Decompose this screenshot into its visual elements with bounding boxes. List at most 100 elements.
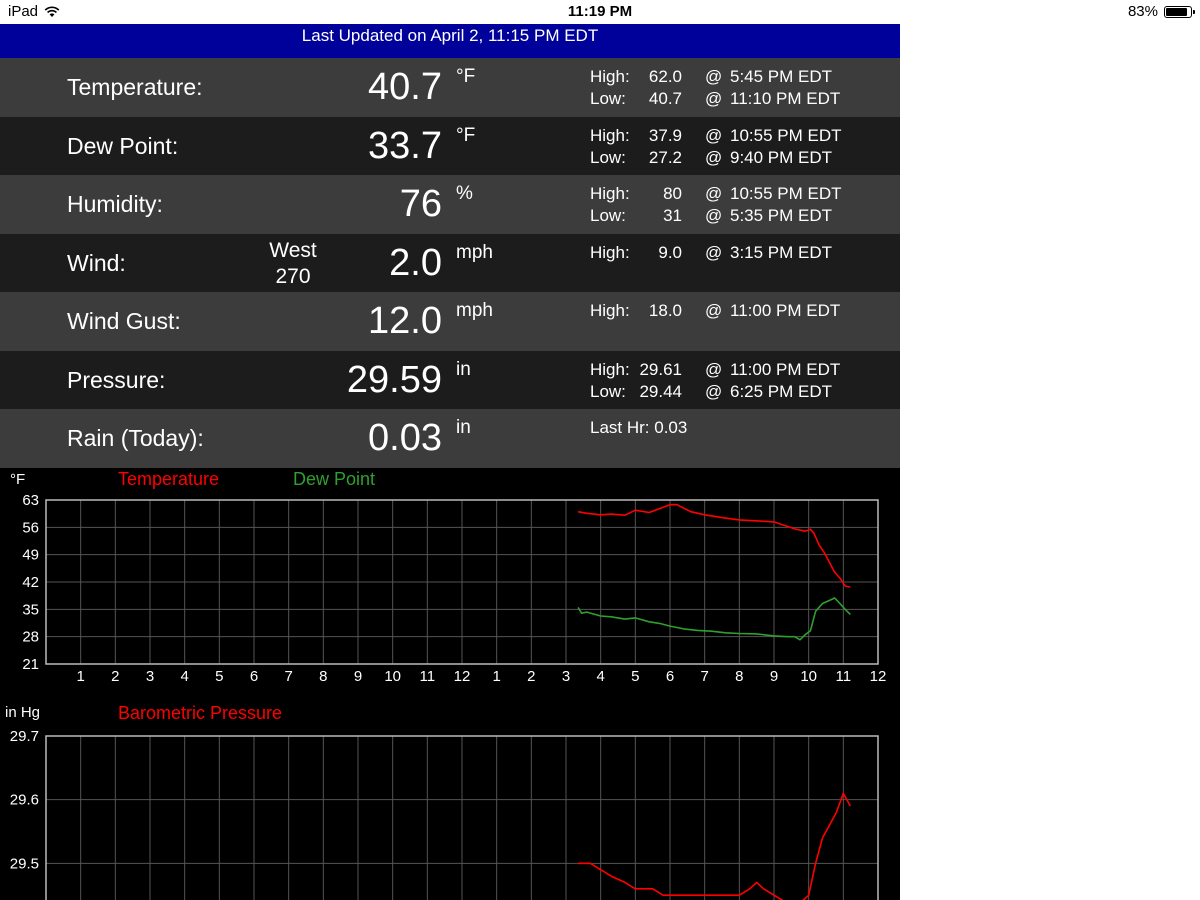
stat-at: @	[705, 359, 723, 379]
dew-point-stats: High: 37.9 @ 10:55 PM EDT Low: 27.2 @ 9:…	[590, 125, 890, 169]
pressure-chart-ylabel: in Hg	[5, 704, 40, 721]
stat-at: @	[705, 147, 723, 167]
x-tick-label: 9	[354, 668, 362, 685]
x-tick-label: 10	[384, 668, 401, 685]
y-tick-label: 56	[22, 519, 39, 536]
x-tick-label: 3	[562, 668, 570, 685]
stat-at: @	[705, 242, 723, 262]
rain-unit: in	[456, 417, 471, 438]
stat-value: 80	[663, 184, 682, 203]
stat-high: High: 18.0 @ 11:00 PM EDT	[590, 300, 890, 322]
stat-time: 11:10 PM EDT	[730, 89, 841, 108]
stat-time: 6:25 PM EDT	[730, 381, 833, 401]
stat-time: 5:45 PM EDT	[730, 67, 833, 86]
x-tick-label: 11	[836, 668, 852, 685]
stat-label: Low:	[590, 206, 626, 225]
stat-label: High:	[590, 184, 630, 203]
stat-low: Low: 31 @ 5:35 PM EDT	[590, 205, 890, 227]
wind-direction-name: West	[269, 238, 317, 262]
status-bar: iPad 11:19 PM 83%	[0, 0, 1200, 24]
x-tick-label: 3	[146, 668, 154, 685]
stat-high: High: 62.0 @ 5:45 PM EDT	[590, 66, 890, 88]
x-tick-label: 7	[284, 668, 292, 685]
pressure-label: Pressure:	[67, 366, 166, 393]
x-tick-label: 9	[770, 668, 778, 685]
legend-barometric-pressure: Barometric Pressure	[118, 703, 282, 723]
stat-high: High: 29.61 @ 11:00 PM EDT	[590, 359, 890, 381]
stat-time: 5:35 PM EDT	[730, 206, 833, 225]
stat-at: @	[705, 381, 723, 401]
humidity-label: Humidity:	[67, 191, 163, 217]
stat-value: 29.44	[639, 381, 682, 401]
x-tick-label: 6	[666, 668, 674, 685]
rain-row: Rain (Today): 0.03 in Last Hr: 0.03	[0, 409, 900, 468]
x-tick-label: 2	[111, 668, 119, 685]
wind-gust-label: Wind Gust:	[67, 308, 181, 334]
y-tick-label: 42	[22, 574, 39, 591]
stat-high: High: 80 @ 10:55 PM EDT	[590, 183, 890, 205]
series-line-dew-point	[577, 597, 851, 641]
stat-label: High:	[590, 242, 630, 262]
temperature-row: Temperature: 40.7 °F High: 62.0 @ 5:45 P…	[0, 58, 900, 117]
humidity-stats: High: 80 @ 10:55 PM EDT Low: 31 @ 5:35 P…	[590, 183, 890, 227]
pressure-stats: High: 29.61 @ 11:00 PM EDT Low: 29.44 @ …	[590, 359, 890, 403]
stat-label: High:	[590, 125, 630, 145]
temperature-label: Temperature:	[67, 74, 203, 100]
weather-app: Last Updated on April 2, 11:15 PM EDT Te…	[0, 24, 900, 900]
stat-low: Low: 27.2 @ 9:40 PM EDT	[590, 147, 890, 169]
stat-time: 10:55 PM EDT	[730, 125, 842, 145]
stat-time: 9:40 PM EDT	[730, 147, 833, 167]
x-tick-label: 11	[420, 668, 436, 685]
stat-low: Low: 40.7 @ 11:10 PM EDT	[590, 88, 890, 110]
y-tick-label: 21	[22, 656, 39, 673]
y-tick-label: 28	[22, 629, 39, 646]
x-tick-label: 8	[319, 668, 327, 685]
wind-value: 2.0	[389, 241, 442, 284]
y-tick-label: 29.5	[10, 855, 39, 872]
legend-temperature: Temperature	[118, 469, 219, 489]
stat-label: High:	[590, 67, 630, 86]
pressure-row: Pressure: 29.59 in High: 29.61 @ 11:00 P…	[0, 350, 900, 409]
x-tick-label: 6	[250, 668, 258, 685]
dew-point-value: 33.7	[368, 124, 442, 167]
stat-label: High:	[590, 359, 630, 379]
wind-gust-unit: mph	[456, 300, 493, 321]
stat-value: 37.9	[648, 125, 682, 145]
stat-time: 11:00 PM EDT	[730, 301, 841, 320]
stat-at: @	[705, 206, 723, 225]
wind-gust-stats: High: 18.0 @ 11:00 PM EDT	[590, 300, 890, 322]
temp-chart-ylabel: °F	[10, 471, 25, 488]
stat-high: High: 9.0 @ 3:15 PM EDT	[590, 242, 890, 264]
stat-label: Low:	[590, 381, 626, 401]
stat-time: 10:55 PM EDT	[730, 184, 842, 203]
stat-high: High: 37.9 @ 10:55 PM EDT	[590, 125, 890, 147]
stat-at: @	[705, 67, 723, 86]
temperature-stats: High: 62.0 @ 5:45 PM EDT Low: 40.7 @ 11:…	[590, 66, 890, 110]
humidity-row: Humidity: 76 % High: 80 @ 10:55 PM EDT L…	[0, 175, 900, 234]
stat-value: 27.2	[648, 147, 682, 167]
y-tick-label: 35	[22, 601, 39, 618]
series-line-temperature	[577, 503, 851, 588]
x-tick-label: 5	[215, 668, 223, 685]
wind-label: Wind:	[67, 249, 126, 276]
stat-at: @	[705, 89, 723, 108]
temperature-chart: °F Temperature Dew Point 63564942352821 …	[10, 469, 886, 685]
x-tick-label: 7	[700, 668, 708, 685]
x-tick-label: 4	[180, 668, 188, 685]
stat-at: @	[705, 301, 723, 320]
x-tick-label: 1	[76, 668, 84, 685]
stat-label: Low:	[590, 89, 626, 108]
stat-value: 18.0	[648, 301, 682, 320]
stat-at: @	[705, 125, 723, 145]
stat-time: 11:00 PM EDT	[730, 359, 841, 379]
humidity-unit: %	[456, 183, 473, 204]
pressure-unit: in	[456, 358, 471, 380]
rain-last-hour: Last Hr: 0.03	[590, 418, 688, 437]
rain-label: Rain (Today):	[67, 425, 204, 451]
stat-label: Low:	[590, 147, 626, 167]
stat-time: 3:15 PM EDT	[730, 242, 833, 262]
temperature-value: 40.7	[368, 66, 442, 108]
wind-row: Wind: West 270 2.0 mph High: 9.0 @ 3:15 …	[0, 233, 900, 292]
last-updated-bar: Last Updated on April 2, 11:15 PM EDT	[0, 24, 900, 58]
stat-label: High:	[590, 301, 630, 320]
